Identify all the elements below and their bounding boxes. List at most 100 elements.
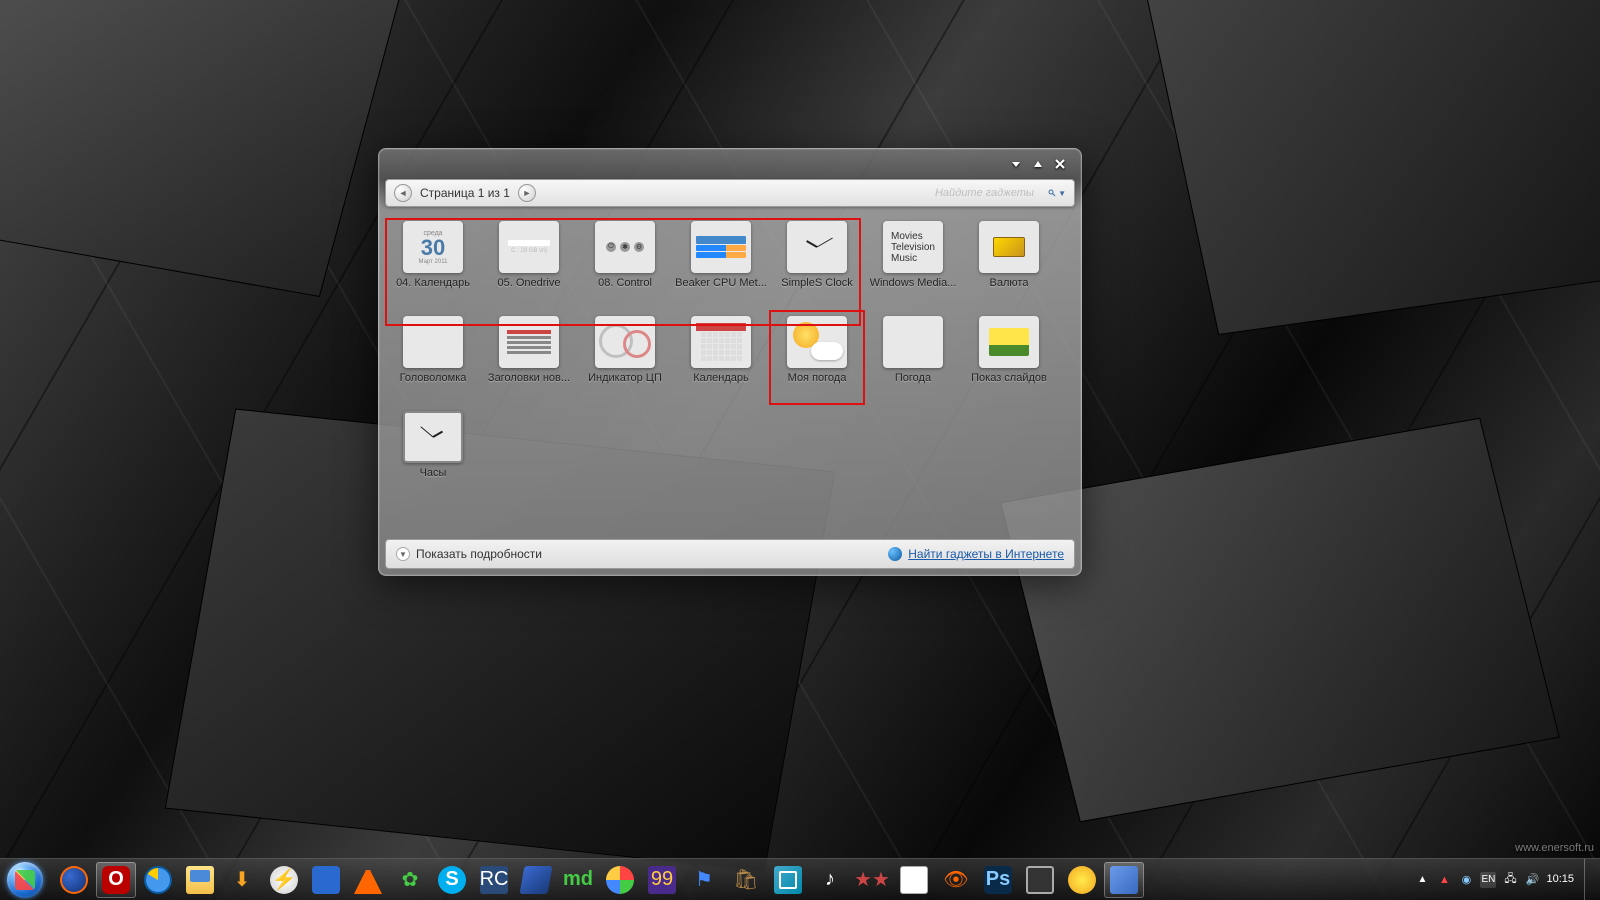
n99-icon: 99 <box>648 866 676 894</box>
gadget-beaker-cpu[interactable]: Beaker CPU Met... <box>673 217 769 312</box>
bag-icon: 🛍 <box>732 866 760 894</box>
news-icon <box>499 316 559 368</box>
virtualbox-icon <box>774 866 802 894</box>
taskbar-pinned: O ⬇ ⚡ ✿ S RC md 99 ⚑ 🛍 ♪ ★★ 👁 Ps <box>50 859 1148 900</box>
icq-icon: ✿ <box>396 866 424 894</box>
gadget-currency[interactable]: Валюта <box>961 217 1057 312</box>
taskbar-screen[interactable] <box>1104 862 1144 898</box>
gadget-label: Показ слайдов <box>971 372 1047 384</box>
gadget-label: SimpleS Clock <box>781 277 853 289</box>
network-icon[interactable]: 🖧 <box>1502 872 1518 888</box>
taskbar-box[interactable] <box>894 862 934 898</box>
taskbar-bolt[interactable]: ⚡ <box>264 862 304 898</box>
gadget-label: Головоломка <box>400 372 467 384</box>
control-icon: ⏻✱⚙ <box>595 221 655 273</box>
language-indicator[interactable]: EN <box>1480 872 1496 888</box>
eye-icon: 👁 <box>942 866 970 894</box>
gadget-label: 08. Control <box>598 277 652 289</box>
taskbar: O ⬇ ⚡ ✿ S RC md 99 ⚑ 🛍 ♪ ★★ 👁 Ps <box>0 858 1600 900</box>
taskbar-99[interactable]: 99 <box>642 862 682 898</box>
minimize-icon[interactable] <box>1009 157 1023 171</box>
taskbar-virtualbox[interactable] <box>768 862 808 898</box>
currency-icon <box>979 221 1039 273</box>
rc-icon: RC <box>480 866 508 894</box>
close-icon[interactable] <box>1053 157 1067 171</box>
gadget-label: Погода <box>895 372 931 384</box>
gadget-label: 04. Календарь <box>396 277 470 289</box>
taskbar-star[interactable]: ★★ <box>852 862 892 898</box>
taskbar-book[interactable] <box>516 862 556 898</box>
gadget-label: Часы <box>420 467 447 479</box>
taskbar-foxit[interactable] <box>600 862 640 898</box>
taskbar-azure[interactable]: ⚑ <box>684 862 724 898</box>
desktop: ◄ Страница 1 из 1 ► Найдите гаджеты ▼ ср… <box>0 0 1600 900</box>
gadget-label: Календарь <box>693 372 749 384</box>
gadget-cpu-indicator[interactable]: Индикатор ЦП <box>577 312 673 407</box>
show-details-button[interactable]: Показать подробности <box>416 547 542 561</box>
window-footer: ▼ Показать подробности Найти гаджеты в И… <box>385 539 1075 569</box>
taskbar-bag[interactable]: 🛍 <box>726 862 766 898</box>
taskbar-sound[interactable]: ♪ <box>810 862 850 898</box>
maximize-icon[interactable] <box>1031 157 1045 171</box>
gadget-label: Заголовки нов... <box>488 372 570 384</box>
box-icon <box>900 866 928 894</box>
gadget-news-headlines[interactable]: Заголовки нов... <box>481 312 577 407</box>
clock-icon <box>403 411 463 463</box>
foxit-icon <box>606 866 634 894</box>
sun-icon <box>883 316 943 368</box>
search-button[interactable]: ▼ <box>1048 184 1066 202</box>
md-icon: md <box>564 866 592 894</box>
opera-icon: O <box>102 866 130 894</box>
window-titlebar[interactable] <box>379 149 1081 179</box>
calendar-icon: среда 30 Март 2011 <box>403 221 463 273</box>
app-icon <box>312 866 340 894</box>
find-gadgets-online-link[interactable]: Найти гаджеты в Интернете <box>908 547 1064 561</box>
gadget-puzzle[interactable]: Головоломка <box>385 312 481 407</box>
gadget-simples-clock[interactable]: SimpleS Clock <box>769 217 865 312</box>
calendar-icon <box>691 316 751 368</box>
gadget-windows-media[interactable]: Movies Television Music Windows Media... <box>865 217 961 312</box>
gadget-onedrive[interactable]: C : 28 GB vrij 05. Onedrive <box>481 217 577 312</box>
taskbar-app-blue[interactable] <box>306 862 346 898</box>
chevron-down-icon[interactable]: ▼ <box>396 547 410 561</box>
taskbar-firefox[interactable] <box>54 862 94 898</box>
taskbar-icq[interactable]: ✿ <box>390 862 430 898</box>
firefox-icon <box>60 866 88 894</box>
volume-icon[interactable]: 🔊 <box>1524 872 1540 888</box>
sound-icon: ♪ <box>816 866 844 894</box>
taskbar-clock[interactable]: 10:15 <box>1546 873 1574 886</box>
gadget-label: Beaker CPU Met... <box>675 277 767 289</box>
gadget-my-weather[interactable]: Моя погода <box>769 312 865 407</box>
slideshow-icon <box>979 316 1039 368</box>
taskbar-download[interactable]: ⬇ <box>222 862 262 898</box>
show-desktop-button[interactable] <box>1584 859 1594 900</box>
gadget-calendar[interactable]: Календарь <box>673 312 769 407</box>
taskbar-vlc[interactable] <box>348 862 388 898</box>
taskbar-monitor[interactable] <box>1020 862 1060 898</box>
next-page-button[interactable]: ► <box>518 184 536 202</box>
prev-page-button[interactable]: ◄ <box>394 184 412 202</box>
start-button[interactable] <box>0 859 50 900</box>
download-icon: ⬇ <box>228 866 256 894</box>
tray-overflow-icon[interactable]: ▲ <box>1414 872 1430 888</box>
gadget-control[interactable]: ⏻✱⚙ 08. Control <box>577 217 673 312</box>
gadget-label: Windows Media... <box>870 277 957 289</box>
gadget-weather[interactable]: Погода <box>865 312 961 407</box>
gadget-grid: среда 30 Март 2011 04. Календарь C : 28 … <box>379 207 1081 539</box>
taskbar-smile[interactable] <box>1062 862 1102 898</box>
tray-icon[interactable]: ▲ <box>1436 872 1452 888</box>
taskbar-md[interactable]: md <box>558 862 598 898</box>
tray-icon[interactable]: ◉ <box>1458 872 1474 888</box>
taskbar-eye[interactable]: 👁 <box>936 862 976 898</box>
taskbar-photoshop[interactable]: Ps <box>978 862 1018 898</box>
taskbar-ie[interactable] <box>138 862 178 898</box>
taskbar-skype[interactable]: S <box>432 862 472 898</box>
gadget-calendar-04[interactable]: среда 30 Март 2011 04. Календарь <box>385 217 481 312</box>
gadget-clock[interactable]: Часы <box>385 407 481 502</box>
gadget-slideshow[interactable]: Показ слайдов <box>961 312 1057 407</box>
taskbar-opera[interactable]: O <box>96 862 136 898</box>
watermark: www.enersoft.ru <box>1515 842 1594 854</box>
taskbar-rc[interactable]: RC <box>474 862 514 898</box>
taskbar-explorer[interactable] <box>180 862 220 898</box>
explorer-icon <box>186 866 214 894</box>
